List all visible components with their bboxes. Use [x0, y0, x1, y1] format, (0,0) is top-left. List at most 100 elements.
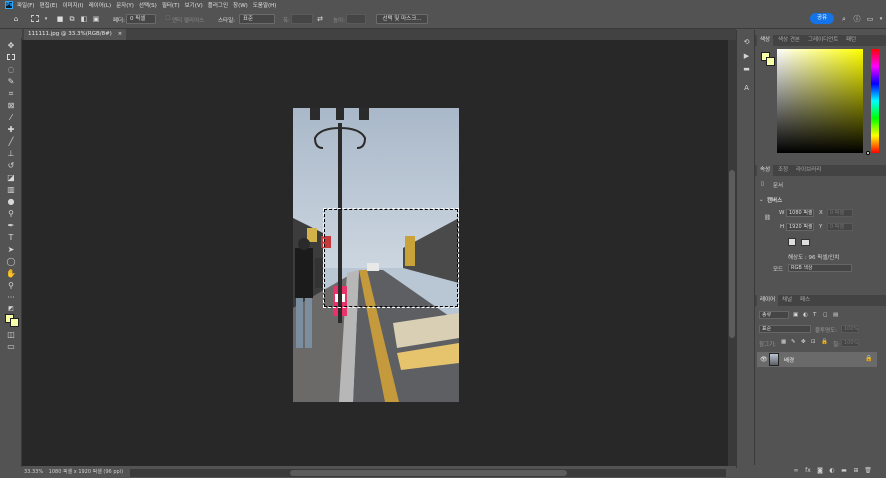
- menu-help[interactable]: 도움말(H): [253, 1, 277, 9]
- filter-smart-object-icon[interactable]: ▤: [833, 312, 838, 318]
- move-tool-icon[interactable]: ✥: [5, 41, 17, 51]
- path-selection-tool-icon[interactable]: ➤: [5, 245, 17, 255]
- screen-mode-icon[interactable]: ▭: [5, 342, 17, 352]
- layer-lock-icon[interactable]: 🔒: [865, 355, 872, 362]
- filter-adjustment-icon[interactable]: ◐: [803, 312, 808, 318]
- zoom-tool-icon[interactable]: ⚲: [5, 281, 17, 291]
- hue-slider[interactable]: [871, 49, 879, 153]
- new-selection-icon[interactable]: ■: [56, 15, 64, 23]
- tab-gradients[interactable]: 그레이디언트: [805, 35, 841, 46]
- style-select[interactable]: 표준: [239, 14, 275, 24]
- tab-adjustments[interactable]: 조정: [775, 165, 791, 176]
- default-colors-icon[interactable]: ◩: [5, 304, 17, 314]
- tab-swatches[interactable]: 색상 견본: [775, 35, 803, 46]
- marquee-selection[interactable]: [323, 208, 459, 308]
- tab-color[interactable]: 색상: [757, 35, 774, 46]
- lock-pixels-icon[interactable]: ▦: [781, 339, 786, 345]
- menu-view[interactable]: 보기(V): [185, 1, 203, 9]
- color-background-swatch[interactable]: [766, 57, 775, 66]
- eraser-tool-icon[interactable]: ◪: [5, 173, 17, 183]
- layer-style-icon[interactable]: fx: [804, 467, 812, 475]
- menu-type[interactable]: 문자(Y): [116, 1, 134, 9]
- menu-image[interactable]: 이미지(I): [62, 1, 83, 9]
- lock-paint-icon[interactable]: ✎: [791, 339, 796, 345]
- height-input[interactable]: [346, 14, 366, 24]
- quick-selection-tool-icon[interactable]: ✎: [5, 77, 17, 87]
- home-icon[interactable]: ⌂: [12, 15, 20, 23]
- add-selection-icon[interactable]: ⧉: [68, 15, 76, 23]
- portrait-orientation-icon[interactable]: [788, 238, 796, 246]
- tab-channels[interactable]: 채널: [779, 295, 795, 306]
- workspace-icon[interactable]: ▭: [866, 15, 874, 23]
- close-icon[interactable]: ×: [118, 31, 123, 37]
- zoom-level[interactable]: 33.33%: [24, 469, 43, 475]
- gradient-tool-icon[interactable]: ▥: [5, 185, 17, 195]
- delete-layer-icon[interactable]: 🗑: [864, 467, 872, 475]
- workspace-chevron-icon[interactable]: ▾: [877, 15, 885, 23]
- canvas-width-input[interactable]: 1080 픽셀: [786, 209, 814, 217]
- clone-stamp-tool-icon[interactable]: ⊥: [5, 149, 17, 159]
- opacity-input[interactable]: 100%: [841, 325, 859, 333]
- lock-artboard-icon[interactable]: ⊡: [811, 339, 816, 345]
- search-icon[interactable]: ⌕: [840, 15, 848, 23]
- rectangular-marquee-tool-icon[interactable]: [5, 53, 17, 63]
- history-brush-tool-icon[interactable]: ↺: [5, 161, 17, 171]
- add-mask-icon[interactable]: ◙: [816, 467, 824, 475]
- brush-tool-icon[interactable]: ╱: [5, 137, 17, 147]
- fill-input[interactable]: 100%: [841, 339, 859, 347]
- comments-icon[interactable]: ▬: [742, 65, 751, 74]
- layer-row[interactable]: 👁 배경 🔒: [757, 352, 877, 367]
- help-icon[interactable]: ⓘ: [853, 15, 861, 23]
- healing-brush-tool-icon[interactable]: ✚: [5, 125, 17, 135]
- tab-layers[interactable]: 레이어: [757, 295, 779, 306]
- share-button[interactable]: 공유: [810, 13, 834, 24]
- history-icon[interactable]: ⟲: [742, 38, 751, 47]
- chevron-down-icon[interactable]: ⌄: [759, 197, 764, 203]
- lock-all-icon[interactable]: 🔒: [821, 339, 828, 345]
- color-picker-handle[interactable]: [866, 151, 870, 155]
- landscape-orientation-icon[interactable]: [801, 239, 810, 246]
- mode-select[interactable]: RGB 색상: [788, 264, 852, 272]
- swap-dimensions-icon[interactable]: ⇄: [316, 15, 324, 23]
- link-layers-icon[interactable]: ∞: [792, 467, 800, 475]
- canvas-x-input[interactable]: 0 픽셀: [827, 209, 853, 217]
- filter-shape-icon[interactable]: ◻: [823, 312, 828, 318]
- pen-tool-icon[interactable]: ✒: [5, 221, 17, 231]
- dodge-tool-icon[interactable]: ⚲: [5, 209, 17, 219]
- antialias-checkbox[interactable]: ☐: [164, 15, 172, 23]
- tab-libraries[interactable]: 라이브러리: [793, 165, 824, 176]
- vertical-scroll-thumb[interactable]: [729, 170, 735, 338]
- subtract-selection-icon[interactable]: ◧: [80, 15, 88, 23]
- frame-tool-icon[interactable]: ⊠: [5, 101, 17, 111]
- feather-input[interactable]: 0 픽셀: [126, 14, 156, 24]
- select-and-mask-button[interactable]: 선택 및 마스크...: [376, 14, 428, 24]
- menu-plugins[interactable]: 플러그인: [208, 1, 228, 9]
- quick-mask-icon[interactable]: ◫: [5, 330, 17, 340]
- tab-paths[interactable]: 패스: [797, 295, 813, 306]
- vertical-scrollbar[interactable]: [728, 40, 736, 466]
- layer-filter-select[interactable]: 종류: [759, 311, 789, 319]
- filter-pixel-icon[interactable]: ▣: [793, 312, 798, 318]
- new-group-icon[interactable]: ▬: [840, 467, 848, 475]
- menu-window[interactable]: 창(W): [233, 1, 248, 9]
- marquee-tool-preset-icon[interactable]: [31, 15, 39, 22]
- eye-icon[interactable]: 👁: [760, 356, 768, 363]
- color-picker-field[interactable]: [777, 49, 863, 153]
- more-tools-icon[interactable]: ···: [5, 293, 17, 303]
- tab-properties[interactable]: 속성: [757, 165, 774, 176]
- new-layer-icon[interactable]: ⊞: [852, 467, 860, 475]
- intersect-selection-icon[interactable]: ▣: [92, 15, 100, 23]
- horizontal-scrollbar[interactable]: [130, 469, 726, 477]
- hand-tool-icon[interactable]: ✋: [5, 269, 17, 279]
- link-dimensions-icon[interactable]: ⛓: [764, 215, 771, 221]
- eyedropper-tool-icon[interactable]: ⁄: [5, 113, 17, 123]
- adjustment-layer-icon[interactable]: ◐: [828, 467, 836, 475]
- menu-edit[interactable]: 편집(E): [40, 1, 58, 9]
- actions-play-icon[interactable]: ▶: [742, 52, 751, 61]
- menu-select[interactable]: 선택(S): [139, 1, 157, 9]
- background-color-swatch[interactable]: [10, 318, 19, 327]
- tab-patterns[interactable]: 패턴: [843, 35, 859, 46]
- layer-name[interactable]: 배경: [784, 356, 794, 364]
- document-tab[interactable]: 111111.jpg @ 33.3%(RGB/8#) ×: [24, 29, 127, 40]
- chevron-down-icon[interactable]: ▾: [42, 15, 50, 23]
